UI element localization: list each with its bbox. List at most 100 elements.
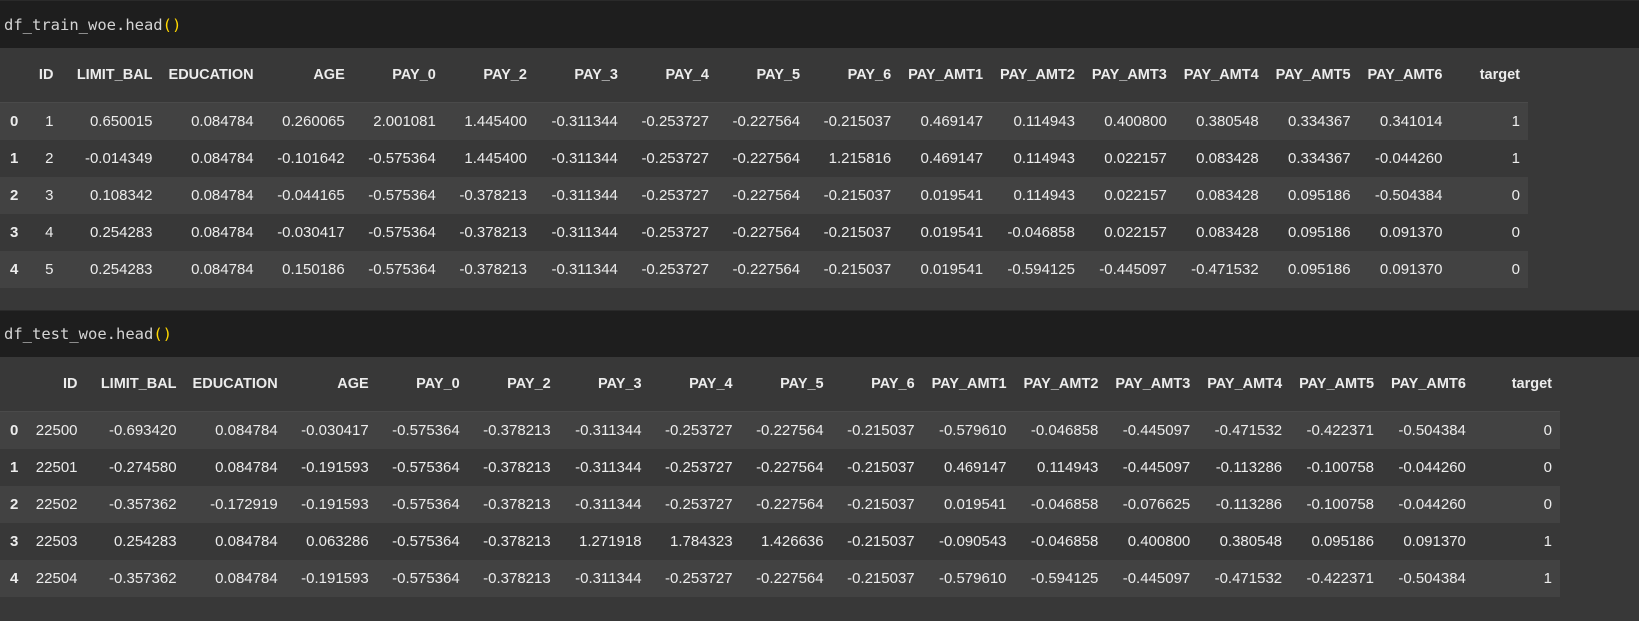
table-row: 3 22503 0.254283 0.084784 0.063286 -0.575364 -… [0,523,1560,560]
table-cell: -0.046858 [1030,533,1099,550]
table-cell: -0.215037 [823,113,892,130]
table-cell: 0.019541 [920,224,984,241]
table-cell: 0.091370 [1379,261,1443,278]
table-cell: 1.271918 [579,533,642,550]
table-row: 1 2 -0.014349 0.084784 -0.101642 -0.575364 1.4… [0,140,1528,177]
table-cell: -0.044260 [1398,496,1466,513]
column-header: PAY_AMT2 [1014,357,1107,412]
table-cell: 0.084784 [215,422,278,439]
table-cell: 22500 [35,422,78,439]
table-cell: 0.084784 [191,150,254,167]
table-cell: -0.471532 [1214,570,1283,587]
table-cell: -0.227564 [732,187,801,204]
table-cell: 0.095186 [1287,224,1351,241]
table-cell: 0.084784 [191,261,254,278]
column-header: PAY_AMT5 [1290,357,1383,412]
table-cell: -0.227564 [732,113,801,130]
table-cell: -0.471532 [1191,261,1259,278]
table-cell: -0.378213 [459,261,527,278]
table-cell: -0.504384 [1374,187,1443,204]
table-cell: -0.215037 [847,422,915,439]
table-cell: -0.113286 [1215,496,1283,513]
table-cell: 0.114943 [1013,150,1075,167]
table-cell: -0.378213 [483,496,551,513]
table-cell: 0.063286 [306,533,369,550]
column-header: PAY_AMT3 [1082,48,1175,103]
table-cell: -0.253727 [641,261,709,278]
table-cell: -0.253727 [665,422,733,439]
column-header: PAY_2 [467,357,559,412]
table-cell: 0.380548 [1196,113,1259,130]
table-cell: 2 [45,150,54,167]
table-cell: -0.422371 [1306,570,1375,587]
table-cell: 1.445400 [464,150,527,167]
table-cell: 5 [45,261,54,278]
table-cell: -0.044260 [1374,150,1443,167]
table-cell: 0.150186 [282,261,345,278]
column-header: PAY_AMT5 [1266,48,1359,103]
table-row: 0 22500 -0.693420 0.084784 -0.030417 -0.57536… [0,411,1560,449]
code-cell-test[interactable]: df_test_woe.head() [0,310,1639,357]
table-cell: 2.001081 [373,113,436,130]
table-cell: 3 [45,187,54,204]
table-cell: -0.030417 [277,224,345,241]
table-cell: 0.334367 [1287,150,1351,167]
table-cell: -0.253727 [665,570,733,587]
table-cell: 0.650015 [89,113,153,130]
column-header: PAY_AMT1 [922,357,1015,412]
table-cell: 0.084784 [215,570,278,587]
column-header: PAY_AMT6 [1358,48,1451,103]
row-index: 0 [10,422,19,439]
table-cell: -0.378213 [483,422,551,439]
table-cell: 0 [1543,422,1552,439]
table-row: 2 3 0.108342 0.084784 -0.044165 -0.575364 -0.3… [0,177,1528,214]
output-area-test: ID LIMIT_BAL EDUCATION AGE PAY_0 PAY_2 PAY_3 PA… [0,357,1639,621]
table-cell: -0.378213 [459,224,527,241]
code-cell-train[interactable]: df_train_woe.head() [0,0,1639,48]
table-cell: 1.784323 [670,533,733,550]
table-cell: 0.095186 [1287,187,1351,204]
table-cell: -0.311344 [551,113,618,130]
table-cell: 1 [1543,570,1552,587]
table-cell: 0.022157 [1104,150,1167,167]
code-paren-close: ) [171,16,182,34]
table-row: 4 22504 -0.357362 0.084784 -0.191593 -0.57536… [0,560,1560,597]
table-cell: -0.575364 [368,224,436,241]
table-row: 2 22502 -0.357362 -0.172919 -0.191593 -0.5753… [0,486,1560,523]
table-cell: -0.044260 [1398,459,1466,476]
table-cell: -0.378213 [483,570,551,587]
table-cell: -0.191593 [301,496,369,513]
table-cell: -0.253727 [665,496,733,513]
table-cell: 0.022157 [1104,224,1167,241]
table-cell: -0.378213 [459,187,527,204]
column-header: PAY_0 [352,48,444,103]
row-index: 4 [10,261,19,278]
table-cell: 0.114943 [1036,459,1099,476]
table-cell: 0.083428 [1196,150,1259,167]
table-cell: 22501 [35,459,78,476]
table-cell: 0.469147 [920,150,984,167]
column-header: target [1450,48,1528,103]
table-cell: 0.084784 [191,113,254,130]
table-cell: 1 [1511,113,1520,130]
table-cell: 0 [1543,496,1552,513]
table-cell: -0.378213 [483,459,551,476]
table-header-row: ID LIMIT_BAL EDUCATION AGE PAY_0 PAY_2 PAY_3 PA… [0,357,1560,412]
table-cell: -0.575364 [392,496,460,513]
column-header: PAY_AMT4 [1198,357,1291,412]
column-header: PAY_3 [558,357,650,412]
code-paren-open: ( [162,16,172,34]
dataframe-table-train: ID LIMIT_BAL EDUCATION AGE PAY_0 PAY_2 PAY_3 PA… [0,48,1528,288]
table-cell: 1.426636 [761,533,824,550]
table-cell: -0.227564 [756,422,824,439]
table-cell: -0.172919 [210,496,278,513]
table-cell: 0 [1511,187,1520,204]
row-index: 1 [10,150,19,167]
row-index: 3 [10,224,19,241]
table-cell: -0.445097 [1122,459,1191,476]
table-cell: -0.471532 [1214,422,1283,439]
table-cell: 0.108342 [89,187,153,204]
column-header: PAY_AMT1 [899,48,992,103]
table-cell: 0.083428 [1196,224,1259,241]
table-cell: -0.030417 [301,422,369,439]
